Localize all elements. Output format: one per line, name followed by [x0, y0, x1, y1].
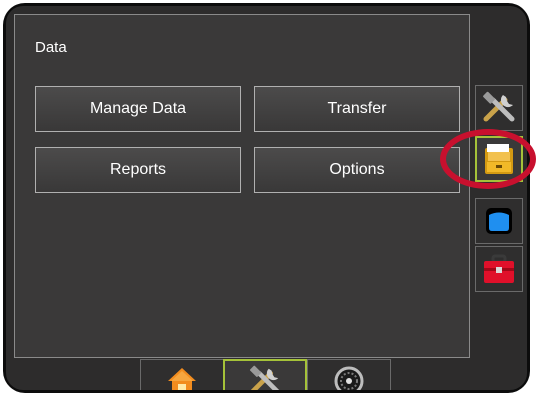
home-icon [168, 367, 196, 390]
side-tab-data[interactable] [475, 136, 523, 182]
side-tab-toolbox[interactable] [475, 246, 523, 292]
tools-icon [483, 91, 515, 122]
side-tab-tools[interactable] [475, 85, 523, 131]
options-button[interactable]: Options [254, 147, 460, 193]
tools-icon [249, 365, 280, 390]
page-title: Data [35, 39, 67, 56]
file-drawer-icon [485, 144, 513, 174]
manage-data-button[interactable]: Manage Data [35, 86, 241, 132]
display-icon [486, 208, 512, 234]
device-screen: Data Manage Data Transfer Reports Option… [6, 6, 527, 390]
bottom-tab-home[interactable] [140, 359, 224, 390]
gauge-icon [334, 366, 364, 390]
bottom-tab-tools[interactable] [223, 359, 307, 390]
toolbox-icon [484, 254, 514, 283]
data-panel: Data Manage Data Transfer Reports Option… [14, 14, 470, 358]
side-tab-display[interactable] [475, 198, 523, 244]
transfer-button[interactable]: Transfer [254, 86, 460, 132]
bottom-tab-gauge[interactable] [307, 359, 391, 390]
reports-button[interactable]: Reports [35, 147, 241, 193]
